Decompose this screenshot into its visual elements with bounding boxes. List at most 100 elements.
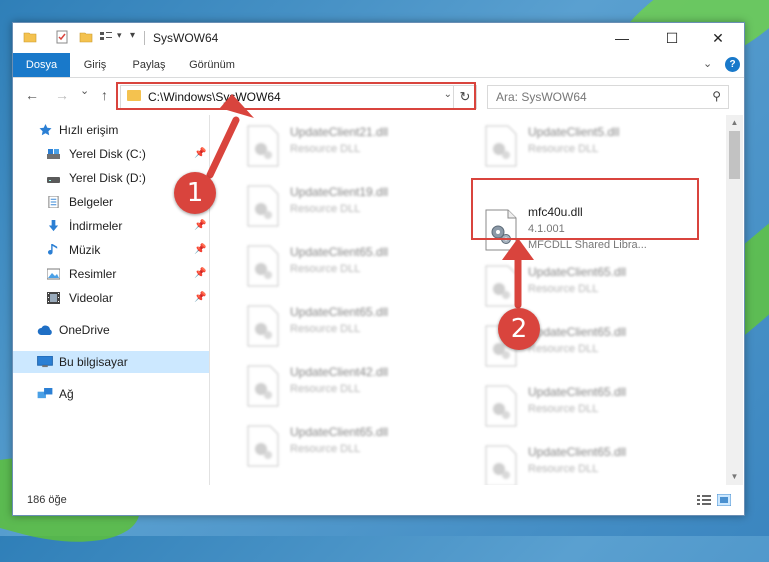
list-item[interactable]: UpdateClient19.dll Resource DLL bbox=[246, 181, 461, 237]
download-icon bbox=[48, 220, 59, 232]
file-type: Resource DLL bbox=[528, 143, 599, 155]
network-icon bbox=[37, 388, 53, 399]
list-item[interactable]: UpdateClient21.dll Resource DLL bbox=[246, 121, 461, 177]
file-type: Resource DLL bbox=[290, 263, 361, 275]
list-item[interactable]: UpdateClient65.dll Resource DLL bbox=[246, 421, 461, 477]
dll-file-icon bbox=[247, 305, 279, 347]
pin-icon[interactable]: 📌 bbox=[194, 143, 206, 165]
file-type: Resource DLL bbox=[528, 283, 599, 295]
documents-icon bbox=[48, 196, 59, 208]
tab-view[interactable]: Görünüm bbox=[181, 53, 243, 77]
minimize-button[interactable]: — bbox=[599, 23, 645, 53]
sidebar-item-downloads[interactable]: İndirmeler 📌 bbox=[13, 215, 209, 237]
scroll-thumb[interactable] bbox=[729, 131, 740, 179]
large-icons-view-icon[interactable] bbox=[717, 494, 731, 506]
title-bar: ▾ ▾ SysWOW64 — ☐ ✕ bbox=[13, 23, 744, 53]
window-title: SysWOW64 bbox=[153, 31, 219, 45]
new-folder-icon[interactable] bbox=[79, 30, 93, 44]
sidebar-item-label: OneDrive bbox=[59, 323, 110, 337]
file-type: Resource DLL bbox=[290, 383, 361, 395]
vertical-scrollbar[interactable]: ▲ ▼ bbox=[726, 115, 743, 485]
sidebar-item-label: Bu bilgisayar bbox=[59, 355, 128, 369]
details-view-icon[interactable] bbox=[697, 494, 711, 506]
file-name: UpdateClient65.dll bbox=[528, 265, 627, 279]
file-type: Resource DLL bbox=[528, 343, 599, 355]
ribbon-tabs: Dosya Giriş Paylaş Görünüm ⌄ ? bbox=[13, 53, 744, 78]
close-icon: ✕ bbox=[712, 29, 724, 46]
file-name: UpdateClient65.dll bbox=[290, 425, 389, 439]
file-name: UpdateClient42.dll bbox=[290, 365, 389, 379]
pin-icon[interactable]: 📌 bbox=[194, 239, 206, 261]
list-item[interactable]: UpdateClient65.dll Resource DLL bbox=[246, 301, 461, 357]
sidebar-item-network[interactable]: Ağ bbox=[13, 383, 209, 405]
list-item[interactable]: UpdateClient5.dll Resource DLL bbox=[484, 121, 699, 177]
tab-share[interactable]: Paylaş bbox=[123, 53, 175, 77]
list-item[interactable]: UpdateClient65.dll Resource DLL bbox=[246, 241, 461, 297]
file-type: Resource DLL bbox=[290, 143, 361, 155]
dll-file-icon bbox=[247, 125, 279, 167]
search-box[interactable]: Ara: SysWOW64 ⚲ bbox=[487, 85, 729, 109]
list-item[interactable]: UpdateClient42.dll Resource DLL bbox=[246, 361, 461, 417]
ribbon-expand-icon[interactable]: ⌄ bbox=[703, 57, 712, 70]
sidebar-item-disk-c[interactable]: Yerel Disk (C:) 📌 bbox=[13, 143, 209, 165]
maximize-button[interactable]: ☐ bbox=[649, 23, 695, 53]
videos-icon bbox=[47, 292, 60, 304]
file-name: UpdateClient65.dll bbox=[528, 385, 627, 399]
sidebar-item-label: İndirmeler bbox=[69, 219, 123, 233]
sidebar-item-quick-access[interactable]: Hızlı erişim bbox=[13, 119, 209, 141]
search-input[interactable]: Ara: SysWOW64 bbox=[496, 90, 587, 104]
drive-icon bbox=[47, 149, 60, 159]
close-button[interactable]: ✕ bbox=[695, 23, 741, 53]
file-type: Resource DLL bbox=[290, 443, 361, 455]
pin-icon[interactable]: 📌 bbox=[194, 287, 206, 309]
cloud-icon bbox=[37, 325, 52, 335]
sidebar-item-label: Hızlı erişim bbox=[59, 123, 119, 137]
help-button[interactable]: ? bbox=[725, 57, 740, 72]
file-description: MFCDLL Shared Libra... bbox=[528, 239, 647, 251]
tab-file[interactable]: Dosya bbox=[13, 53, 70, 77]
file-list: UpdateClient21.dll Resource DLL UpdateCl… bbox=[210, 115, 726, 485]
dll-file-icon bbox=[247, 185, 279, 227]
title-separator bbox=[144, 31, 145, 45]
list-item[interactable]: UpdateClient65.dll Resource DLL bbox=[484, 441, 699, 485]
recent-locations-button[interactable]: ⌄ bbox=[80, 84, 89, 97]
dll-file-icon bbox=[247, 245, 279, 287]
pin-icon[interactable]: 📌 bbox=[194, 215, 206, 237]
search-icon[interactable]: ⚲ bbox=[712, 89, 721, 103]
forward-button[interactable]: → bbox=[55, 87, 69, 103]
callout-step-2: 2 bbox=[498, 308, 540, 350]
file-name: UpdateClient21.dll bbox=[290, 125, 389, 139]
sidebar-item-pictures[interactable]: Resimler 📌 bbox=[13, 263, 209, 285]
dll-file-icon bbox=[485, 445, 517, 485]
explorer-window: ▾ ▾ SysWOW64 — ☐ ✕ Dosya Giriş Paylaş Gö… bbox=[12, 22, 745, 516]
file-name: UpdateClient65.dll bbox=[528, 325, 627, 339]
minimize-icon: — bbox=[615, 30, 629, 46]
qa-dropdown-icon[interactable]: ▾ bbox=[117, 30, 122, 41]
folder-icon bbox=[23, 32, 37, 43]
view-options-icon[interactable] bbox=[99, 30, 113, 44]
file-name: UpdateClient65.dll bbox=[290, 245, 389, 259]
address-highlight-box bbox=[116, 82, 476, 110]
back-button[interactable]: ← bbox=[25, 87, 39, 103]
sidebar-item-videos[interactable]: Videolar 📌 bbox=[13, 287, 209, 309]
file-name: UpdateClient65.dll bbox=[528, 445, 627, 459]
scroll-down-icon[interactable]: ▼ bbox=[726, 469, 743, 485]
sidebar-item-this-pc[interactable]: Bu bilgisayar bbox=[13, 351, 209, 373]
sidebar-item-label: Yerel Disk (C:) bbox=[69, 147, 146, 161]
properties-icon[interactable] bbox=[55, 30, 69, 44]
file-type: Resource DLL bbox=[290, 203, 361, 215]
navigation-pane: Hızlı erişim Yerel Disk (C:) 📌 Yerel Dis… bbox=[13, 115, 210, 485]
customize-qa-icon[interactable]: ▾ bbox=[130, 30, 135, 41]
dll-file-icon bbox=[485, 125, 517, 167]
sidebar-item-label: Belgeler bbox=[69, 195, 114, 209]
sidebar-item-onedrive[interactable]: OneDrive bbox=[13, 319, 209, 341]
file-name: UpdateClient5.dll bbox=[528, 125, 620, 139]
up-button[interactable]: ↑ bbox=[101, 87, 108, 103]
sidebar-item-music[interactable]: Müzik 📌 bbox=[13, 239, 209, 261]
file-name: UpdateClient19.dll bbox=[290, 185, 389, 199]
dll-file-icon bbox=[485, 385, 517, 427]
list-item[interactable]: UpdateClient65.dll Resource DLL bbox=[484, 381, 699, 437]
pin-icon[interactable]: 📌 bbox=[194, 263, 206, 285]
scroll-up-icon[interactable]: ▲ bbox=[726, 115, 743, 131]
tab-home[interactable]: Giriş bbox=[73, 53, 117, 77]
